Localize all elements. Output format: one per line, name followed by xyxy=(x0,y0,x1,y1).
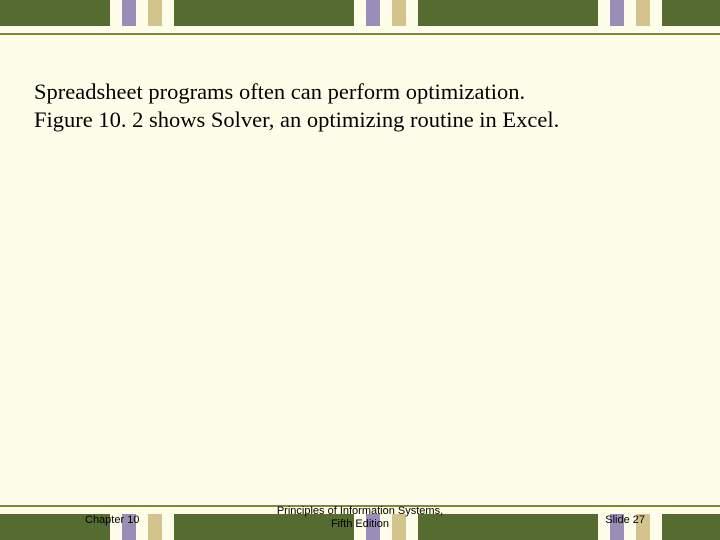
footer-book-line1: Principles of Information Systems, xyxy=(277,505,443,517)
deco-gap xyxy=(650,0,662,26)
deco-gap xyxy=(624,0,636,26)
deco-gap xyxy=(380,0,392,26)
decorative-rule-top xyxy=(0,33,720,35)
deco-gap xyxy=(598,0,610,26)
deco-seg xyxy=(636,0,650,26)
slide-content: Spreadsheet programs often can perform o… xyxy=(34,78,686,134)
deco-seg xyxy=(610,0,624,26)
deco-gap xyxy=(354,0,366,26)
deco-seg xyxy=(366,0,380,26)
deco-gap xyxy=(136,0,148,26)
deco-seg xyxy=(418,0,598,26)
deco-seg xyxy=(662,0,720,26)
footer-slide-number: Slide 27 xyxy=(605,514,645,526)
deco-seg xyxy=(0,0,110,26)
deco-seg xyxy=(392,0,406,26)
deco-gap xyxy=(110,0,122,26)
slide-footer: Chapter 10 Principles of Information Sys… xyxy=(0,502,720,532)
slide-line-1: Spreadsheet programs often can perform o… xyxy=(34,78,686,106)
deco-seg xyxy=(148,0,162,26)
deco-gap xyxy=(406,0,418,26)
deco-seg xyxy=(174,0,354,26)
deco-gap xyxy=(162,0,174,26)
deco-seg xyxy=(122,0,136,26)
footer-book-line2: Fifth Edition xyxy=(331,518,389,530)
decorative-bar-top xyxy=(0,0,720,26)
slide-line-2: Figure 10. 2 shows Solver, an optimizing… xyxy=(34,106,686,134)
